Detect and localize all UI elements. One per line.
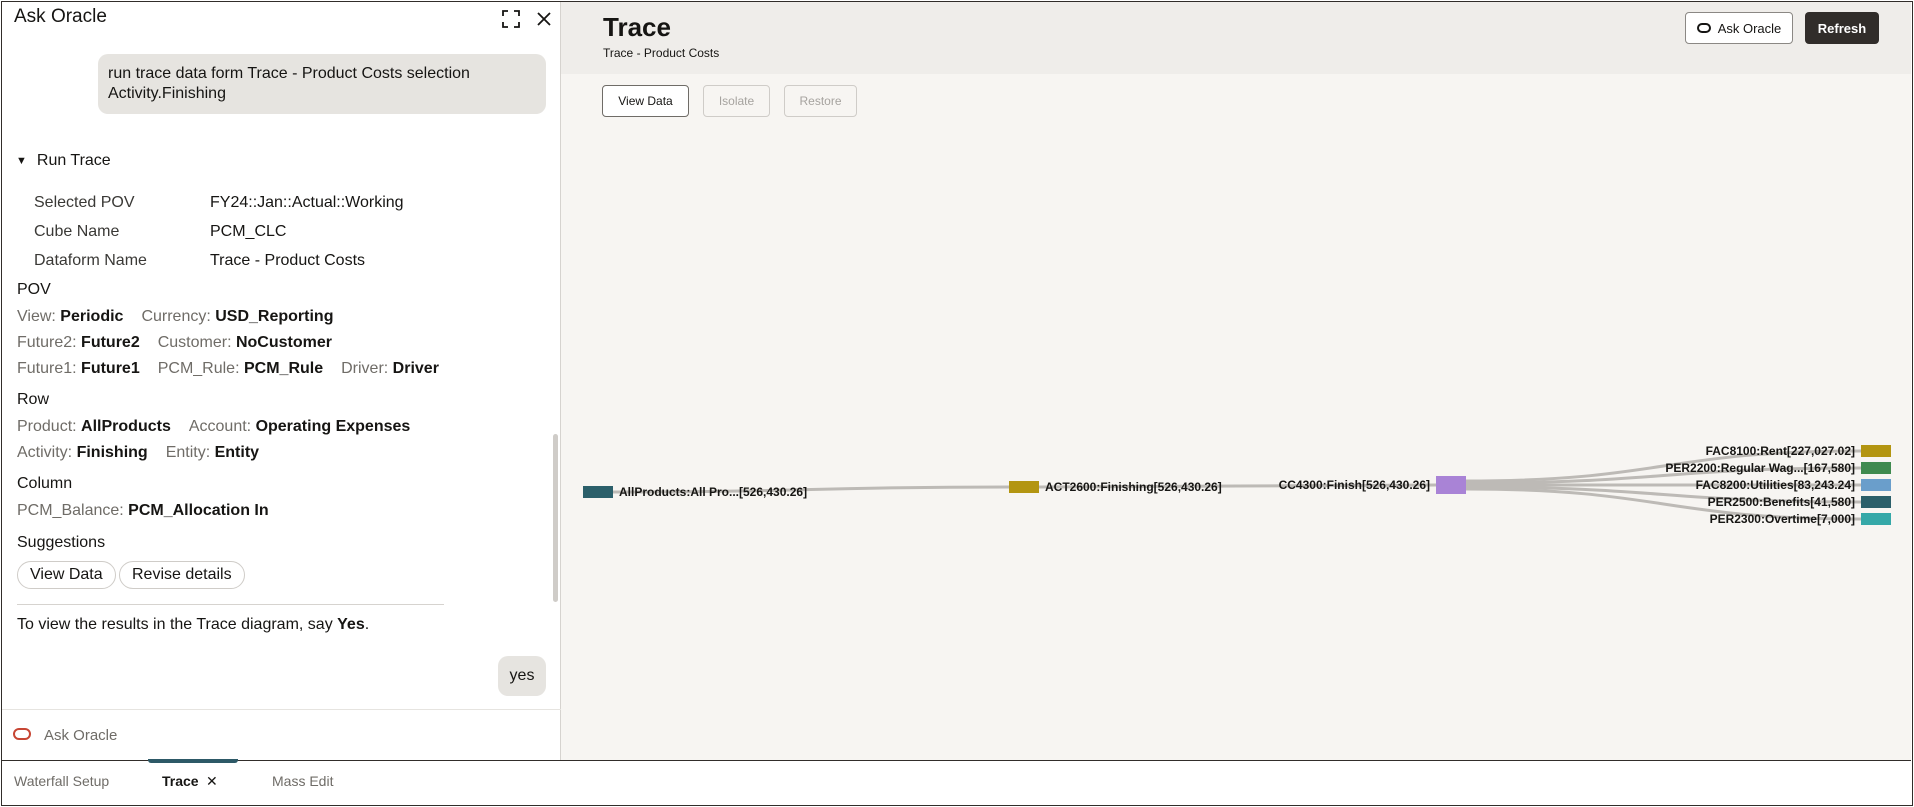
suggestion-chip-view-data[interactable]: View Data	[17, 561, 116, 589]
view-data-button[interactable]: View Data	[602, 85, 689, 117]
product-label: Product:	[17, 418, 77, 435]
trace-view: Trace Trace - Product Costs Ask Oracle R…	[561, 2, 1911, 760]
currency-label: Currency:	[141, 308, 211, 325]
activity-label: Activity:	[17, 444, 73, 461]
trace-node-fac8200[interactable]: FAC8200:Utilities[83,243.24]	[1696, 478, 1891, 492]
pcm-rule-label: PCM_Rule:	[157, 360, 240, 377]
close-tab-icon[interactable]: ✕	[206, 773, 218, 790]
account-label: Account:	[188, 418, 252, 435]
pov-line-1: View: Periodic Currency: USD_Reporting	[17, 308, 333, 326]
scrollbar[interactable]	[553, 434, 558, 602]
trace-node-bar[interactable]	[1861, 513, 1891, 525]
trace-node-bar[interactable]	[583, 486, 613, 498]
row-line-2: Activity: Finishing Entity: Entity	[17, 444, 259, 462]
run-trace-toggle[interactable]: ▼ Run Trace	[16, 152, 111, 170]
balance-value: PCM_Allocation In	[128, 502, 269, 519]
customer-value: NoCustomer	[235, 334, 332, 351]
caret-down-icon: ▼	[16, 155, 27, 167]
pov-line-3: Future1: Future1 PCM_Rule: PCM_Rule Driver…	[17, 360, 439, 378]
kv-label: Cube Name	[34, 223, 120, 240]
trace-node-label: CC4300:Finish[526,430.26]	[1279, 478, 1430, 492]
driver-value: Driver	[392, 360, 439, 377]
tab-waterfall-setup[interactable]: Waterfall Setup	[14, 773, 109, 789]
column-heading: Column	[17, 475, 73, 492]
customer-label: Customer:	[157, 334, 232, 351]
account-value: Operating Expenses	[255, 418, 411, 435]
assistant-prompt: To view the results in the Trace diagram…	[17, 616, 369, 634]
trace-node-bar[interactable]	[1009, 481, 1039, 493]
ask-oracle-panel: Ask Oracle run trace data form Trace - P…	[2, 2, 561, 760]
kv-label: Selected POV	[34, 194, 135, 211]
chat-conversation[interactable]: run trace data form Trace - Product Cost…	[2, 34, 561, 709]
balance-label: PCM_Balance:	[17, 502, 124, 519]
trace-node-bar[interactable]	[1861, 479, 1891, 491]
chat-title: Ask Oracle	[14, 6, 107, 27]
tab-trace[interactable]: Trace	[162, 773, 199, 789]
trace-node-label: ACT2600:Finishing[526,430.26]	[1045, 480, 1222, 494]
column-line-1: PCM_Balance: PCM_Allocation In	[17, 502, 269, 520]
chat-header: Ask Oracle	[2, 2, 561, 34]
trace-node-label: PER2500:Benefits[41,580]	[1708, 495, 1855, 509]
isolate-button[interactable]: Isolate	[703, 85, 770, 117]
entity-label: Entity:	[165, 444, 211, 461]
trace-node-label: PER2300:Overtime[7,000]	[1710, 512, 1855, 526]
trace-node-per2300[interactable]: PER2300:Overtime[7,000]	[1710, 512, 1891, 526]
oracle-icon	[13, 728, 31, 740]
trace-node-bar[interactable]	[1861, 496, 1891, 508]
product-value: AllProducts	[81, 418, 171, 435]
pov-line-2: Future2: Future2 Customer: NoCustomer	[17, 334, 332, 352]
user-message: yes	[498, 656, 546, 696]
trace-node-cc4300[interactable]: CC4300:Finish[526,430.26]	[1279, 476, 1466, 494]
tab-mass-edit[interactable]: Mass Edit	[272, 773, 333, 789]
kv-dataform-name: Dataform Name Trace - Product Costs	[34, 252, 365, 270]
row-heading: Row	[17, 391, 50, 408]
divider	[17, 604, 444, 605]
kv-selected-pov: Selected POV FY24::Jan::Actual::Working	[34, 194, 404, 212]
trace-node-label: FAC8100:Rent[227,027.02]	[1706, 444, 1855, 458]
activity-value: Finishing	[76, 444, 148, 461]
future2-value: Future2	[81, 334, 140, 351]
kv-value: PCM_CLC	[210, 223, 287, 240]
suggestion-chip-revise-details[interactable]: Revise details	[119, 561, 245, 589]
trace-node-bar[interactable]	[1861, 445, 1891, 457]
view-label: View:	[17, 308, 56, 325]
prompt-suffix: .	[364, 616, 370, 633]
expand-icon[interactable]	[501, 9, 521, 29]
pov-heading: POV	[17, 281, 51, 298]
driver-label: Driver:	[341, 360, 389, 377]
trace-node-bar[interactable]	[1436, 476, 1466, 494]
view-value: Periodic	[60, 308, 124, 325]
user-message: run trace data form Trace - Product Cost…	[98, 54, 546, 114]
prompt-prefix: To view the results in the Trace diagram…	[17, 616, 338, 633]
row-line-1: Product: AllProducts Account: Operating E…	[17, 418, 410, 436]
future1-value: Future1	[81, 360, 140, 377]
ask-oracle-input[interactable]	[44, 720, 544, 750]
pcm-rule-value: PCM_Rule	[243, 360, 324, 377]
trace-node-bar[interactable]	[1861, 462, 1891, 474]
prompt-keyword: Yes	[337, 616, 365, 633]
kv-value: Trace - Product Costs	[210, 252, 366, 269]
entity-value: Entity	[214, 444, 260, 461]
active-tab-indicator	[148, 759, 238, 763]
trace-node-label: FAC8200:Utilities[83,243.24]	[1696, 478, 1855, 492]
trace-node-label: AllProducts:All Pro...[526,430.26]	[619, 485, 807, 499]
trace-node-fac8100[interactable]: FAC8100:Rent[227,027.02]	[1706, 444, 1891, 458]
run-trace-heading: Run Trace	[36, 152, 111, 169]
kv-value: FY24::Jan::Actual::Working	[210, 194, 404, 211]
suggestions-heading: Suggestions	[17, 534, 106, 551]
trace-node-per2500[interactable]: PER2500:Benefits[41,580]	[1708, 495, 1891, 509]
bottom-tab-bar: Waterfall Setup Trace ✕ Mass Edit	[2, 759, 1911, 804]
chat-input-area	[2, 709, 561, 761]
currency-value: USD_Reporting	[215, 308, 334, 325]
kv-label: Dataform Name	[34, 252, 147, 269]
restore-button[interactable]: Restore	[784, 85, 857, 117]
kv-cube-name: Cube Name PCM_CLC	[34, 223, 286, 241]
trace-node-label: PER2200:Regular Wag...[167,580]	[1665, 461, 1855, 475]
future2-label: Future2:	[17, 334, 77, 351]
close-icon[interactable]	[534, 9, 554, 29]
future1-label: Future1:	[17, 360, 77, 377]
